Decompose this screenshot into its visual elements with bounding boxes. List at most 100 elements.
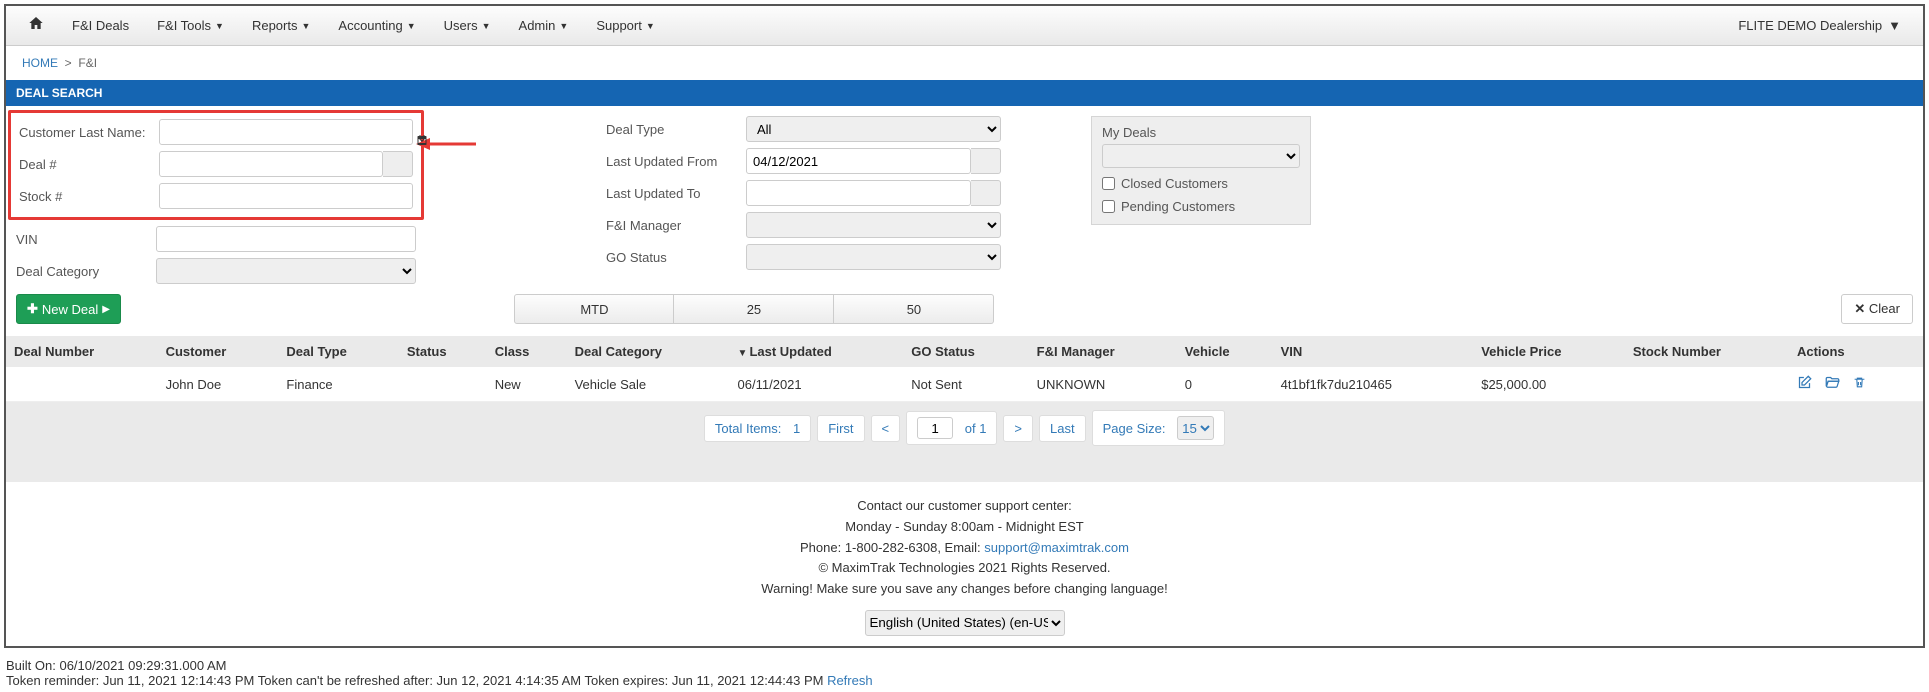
deal-import-icon[interactable] bbox=[383, 151, 413, 177]
go-status-select[interactable] bbox=[746, 244, 1001, 270]
caret-down-icon: ▼ bbox=[559, 21, 568, 31]
cell-deal-number bbox=[6, 367, 158, 402]
highlight-box: Customer Last Name: Deal # Stock # bbox=[8, 110, 424, 220]
breadcrumb-home[interactable]: HOME bbox=[22, 56, 58, 70]
home-icon[interactable] bbox=[14, 15, 58, 36]
cell-class: New bbox=[487, 367, 567, 402]
vin-input[interactable] bbox=[156, 226, 416, 252]
caret-down-icon: ▼ bbox=[215, 21, 224, 31]
table-header-row: Deal Number Customer Deal Type Status Cl… bbox=[6, 336, 1923, 367]
my-deals-label: My Deals bbox=[1102, 125, 1300, 140]
cell-customer: John Doe bbox=[158, 367, 279, 402]
my-deals-select[interactable] bbox=[1102, 144, 1300, 168]
dealership-dropdown[interactable]: FLITE DEMO Dealership▼ bbox=[1724, 6, 1915, 46]
plus-icon: ✚ bbox=[27, 301, 38, 317]
th-deal-category[interactable]: Deal Category bbox=[567, 336, 730, 367]
th-customer[interactable]: Customer bbox=[158, 336, 279, 367]
page-prev[interactable]: < bbox=[871, 415, 901, 442]
last-updated-to-input[interactable] bbox=[746, 180, 971, 206]
pending-customers-checkbox[interactable] bbox=[1102, 200, 1115, 213]
stock-number-input[interactable] bbox=[159, 183, 413, 209]
vin-label: VIN bbox=[16, 232, 156, 247]
deal-category-label: Deal Category bbox=[16, 264, 156, 279]
cell-actions bbox=[1789, 367, 1923, 402]
calendar-icon[interactable] bbox=[971, 148, 1001, 174]
stock-number-label: Stock # bbox=[19, 189, 159, 204]
page-current: of 1 bbox=[906, 411, 997, 445]
language-select[interactable]: English (United States) (en-US) bbox=[865, 610, 1065, 636]
closed-customers-label: Closed Customers bbox=[1121, 176, 1228, 191]
page-size-select[interactable]: 15 bbox=[1177, 416, 1214, 440]
th-stock-number[interactable]: Stock Number bbox=[1625, 336, 1789, 367]
build-info: Built On: 06/10/2021 09:29:31.000 AM Tok… bbox=[0, 652, 1929, 692]
nav-fi-deals[interactable]: F&I Deals bbox=[58, 6, 143, 46]
new-deal-button[interactable]: ✚ New Deal ▶ bbox=[16, 294, 121, 324]
cell-stock-number bbox=[1625, 367, 1789, 402]
nav-accounting[interactable]: Accounting▼ bbox=[324, 6, 429, 46]
deal-type-select[interactable]: All bbox=[746, 116, 1001, 142]
th-vin[interactable]: VIN bbox=[1273, 336, 1474, 367]
trash-icon[interactable] bbox=[1853, 375, 1866, 393]
tab-50[interactable]: 50 bbox=[834, 294, 994, 324]
nav-support[interactable]: Support▼ bbox=[582, 6, 668, 46]
footer: Contact our customer support center: Mon… bbox=[6, 482, 1923, 646]
paginator: Total Items: 1 First < of 1 > Last Page … bbox=[6, 402, 1923, 454]
page-size: Page Size: 15 bbox=[1092, 410, 1226, 446]
th-vehicle[interactable]: Vehicle bbox=[1177, 336, 1273, 367]
last-updated-from-input[interactable] bbox=[746, 148, 971, 174]
nav-fi-tools[interactable]: F&I Tools▼ bbox=[143, 6, 238, 46]
deal-category-select[interactable] bbox=[156, 258, 416, 284]
cell-vehicle: 0 bbox=[1177, 367, 1273, 402]
customer-last-name-input[interactable] bbox=[159, 119, 413, 145]
customer-last-name-label: Customer Last Name: bbox=[19, 125, 159, 140]
th-last-updated[interactable]: ▼Last Updated bbox=[730, 336, 904, 367]
page-input[interactable] bbox=[917, 417, 953, 439]
table-row: John Doe Finance New Vehicle Sale 06/11/… bbox=[6, 367, 1923, 402]
deal-number-label: Deal # bbox=[19, 157, 159, 172]
page-last[interactable]: Last bbox=[1039, 415, 1086, 442]
caret-down-icon: ▼ bbox=[482, 21, 491, 31]
th-class[interactable]: Class bbox=[487, 336, 567, 367]
cell-vehicle-price: $25,000.00 bbox=[1473, 367, 1625, 402]
fi-manager-select[interactable] bbox=[746, 212, 1001, 238]
nav-reports[interactable]: Reports▼ bbox=[238, 6, 324, 46]
deal-number-input[interactable] bbox=[159, 151, 383, 177]
cell-go-status: Not Sent bbox=[903, 367, 1028, 402]
cell-status bbox=[399, 367, 487, 402]
clear-button[interactable]: ✕ Clear bbox=[1841, 294, 1913, 324]
th-go-status[interactable]: GO Status bbox=[903, 336, 1028, 367]
tab-mtd[interactable]: MTD bbox=[514, 294, 674, 324]
nav-admin[interactable]: Admin▼ bbox=[505, 6, 583, 46]
fi-manager-label: F&I Manager bbox=[606, 218, 746, 233]
folder-open-icon[interactable] bbox=[1824, 375, 1841, 393]
edit-icon[interactable] bbox=[1797, 375, 1812, 393]
th-fi-manager[interactable]: F&I Manager bbox=[1029, 336, 1177, 367]
top-navbar: F&I Deals F&I Tools▼ Reports▼ Accounting… bbox=[6, 6, 1923, 46]
total-items: Total Items: 1 bbox=[704, 415, 811, 442]
th-vehicle-price[interactable]: Vehicle Price bbox=[1473, 336, 1625, 367]
th-deal-number[interactable]: Deal Number bbox=[6, 336, 158, 367]
footer-line1: Contact our customer support center: bbox=[6, 496, 1923, 517]
section-header: DEAL SEARCH bbox=[6, 80, 1923, 106]
caret-down-icon: ▼ bbox=[301, 21, 310, 31]
support-email-link[interactable]: support@maximtrak.com bbox=[984, 540, 1129, 555]
footer-line5: Warning! Make sure you save any changes … bbox=[6, 579, 1923, 600]
caret-down-icon: ▼ bbox=[1888, 18, 1901, 33]
cell-deal-category: Vehicle Sale bbox=[567, 367, 730, 402]
search-form: Customer Last Name: Deal # Stock # VIN D… bbox=[6, 106, 1923, 290]
nav-users[interactable]: Users▼ bbox=[430, 6, 505, 46]
close-icon: ✕ bbox=[1854, 301, 1865, 316]
tab-25[interactable]: 25 bbox=[674, 294, 834, 324]
page-next[interactable]: > bbox=[1003, 415, 1033, 442]
deals-table: Deal Number Customer Deal Type Status Cl… bbox=[6, 336, 1923, 402]
go-status-label: GO Status bbox=[606, 250, 746, 265]
th-deal-type[interactable]: Deal Type bbox=[278, 336, 398, 367]
th-status[interactable]: Status bbox=[399, 336, 487, 367]
refresh-link[interactable]: Refresh bbox=[827, 673, 873, 688]
page-first[interactable]: First bbox=[817, 415, 864, 442]
token-info: Token reminder: Jun 11, 2021 12:14:43 PM… bbox=[6, 673, 827, 688]
closed-customers-checkbox[interactable] bbox=[1102, 177, 1115, 190]
cell-deal-type: Finance bbox=[278, 367, 398, 402]
calendar-icon[interactable] bbox=[971, 180, 1001, 206]
range-tabs: MTD 25 50 bbox=[514, 294, 994, 324]
